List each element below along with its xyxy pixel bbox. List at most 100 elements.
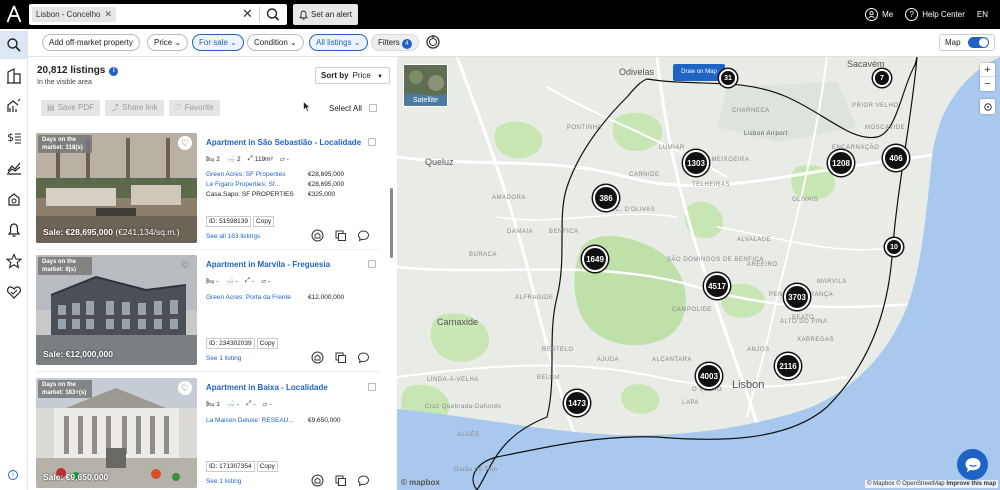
help-center-link[interactable]: ? Help Center [905, 8, 965, 21]
nav-saved-searches[interactable] [0, 185, 28, 213]
improve-map-link[interactable]: Improve this map [946, 481, 996, 487]
copy-icon[interactable] [334, 229, 347, 242]
listing-checkbox[interactable] [368, 138, 376, 146]
listing-title-link[interactable]: Apartment in Baixa - Localidade [206, 383, 328, 392]
heart-icon[interactable]: ♡ [178, 381, 192, 395]
source-link[interactable]: Green Acres: Porta da Frente [206, 294, 291, 301]
listing-photo[interactable]: Days on the market: 318(s) ♡ Sale: €28,6… [36, 133, 197, 243]
map-cluster[interactable]: 406 [883, 145, 909, 171]
source-link[interactable]: Le Figaro Properties: Sf... [206, 181, 280, 188]
chip-remove-icon[interactable]: ✕ [104, 7, 112, 22]
draw-on-map-button[interactable]: Draw on Map [673, 64, 725, 81]
listing-card[interactable]: Days on the market: 183+(s) ♡ Sale: €9,6… [36, 378, 381, 490]
condition-filter[interactable]: Condition ⌄ [247, 34, 304, 51]
bed-icon: 🛏 [206, 401, 215, 408]
see-all-listings-link[interactable]: See 1 listing [206, 478, 241, 485]
price-filter[interactable]: Price ⌄ [147, 34, 189, 51]
set-alert-button[interactable]: Set an alert [293, 4, 358, 25]
sort-by-dropdown[interactable]: Sort by Price ▼ [315, 67, 390, 84]
info-icon[interactable]: i [109, 67, 119, 76]
heart-icon[interactable]: ♡ [178, 258, 192, 272]
map-cluster[interactable]: 1473 [564, 390, 590, 416]
map-cluster[interactable]: 1303 [683, 150, 709, 176]
comment-icon[interactable] [357, 474, 370, 487]
reset-filters-icon[interactable] [425, 34, 441, 50]
mapbox-logo[interactable]: © mapbox [401, 478, 440, 487]
select-all-checkbox[interactable] [369, 104, 377, 112]
home-search-icon[interactable] [311, 351, 324, 364]
home-search-icon[interactable] [311, 474, 324, 487]
nav-buildings[interactable] [0, 62, 28, 90]
nav-partners[interactable] [0, 278, 28, 306]
copy-id-button[interactable]: Copy [256, 338, 278, 349]
search-icon[interactable] [264, 6, 282, 23]
zoom-out-button[interactable]: − [980, 77, 995, 91]
nav-prices[interactable]: $ [0, 123, 28, 151]
map-cluster[interactable]: 2116 [775, 353, 801, 379]
listing-checkbox[interactable] [368, 260, 376, 268]
satellite-toggle[interactable]: Satellite [403, 64, 448, 107]
filters-button[interactable]: Filters 4 [371, 34, 419, 51]
copy-icon[interactable] [334, 351, 347, 364]
locate-button[interactable] [980, 99, 995, 114]
map-toggle[interactable]: Map [939, 34, 995, 51]
copy-icon[interactable] [334, 474, 347, 487]
clear-search-icon[interactable]: ✕ [242, 6, 253, 22]
map-cluster[interactable]: 1649 [582, 246, 608, 272]
source-link[interactable]: La Maison Deluxe: RESEAU... [206, 417, 294, 424]
logo-icon[interactable] [6, 5, 22, 23]
home-search-icon[interactable] [311, 229, 324, 242]
list-scrollbar[interactable] [390, 188, 393, 258]
area-value: - [251, 277, 255, 285]
condition-label: Condition [254, 38, 288, 47]
map-cluster[interactable]: 386 [593, 185, 619, 211]
comment-icon[interactable] [357, 229, 370, 242]
save-pdf-button[interactable]: ▤ Save PDF [41, 100, 101, 116]
map-cluster[interactable]: 3703 [784, 284, 810, 310]
map-cluster[interactable]: 10 [885, 238, 903, 256]
favorite-button[interactable]: ♡ Favorite [168, 100, 220, 116]
see-all-listings-link[interactable]: See all 163 listings [206, 233, 260, 240]
nav-search[interactable] [0, 31, 28, 59]
attribution-text[interactable]: © Mapbox © OpenStreetMap [867, 481, 945, 487]
listing-photo[interactable]: Days on the market: 8(s) ♡ Sale: €12,000… [36, 255, 197, 365]
listing-card[interactable]: Days on the market: 318(s) ♡ Sale: €28,6… [36, 133, 381, 250]
source-price: €325,000 [308, 191, 336, 198]
map-cluster[interactable]: 4517 [704, 273, 730, 299]
map-cluster[interactable]: 31 [719, 69, 737, 87]
listing-card[interactable]: Days on the market: 8(s) ♡ Sale: €12,000… [36, 255, 381, 372]
map-toggle-switch[interactable] [968, 37, 989, 48]
heart-icon[interactable]: ♡ [178, 136, 192, 150]
copy-id-button[interactable]: Copy [256, 461, 278, 472]
all-listings-label: All listings [316, 38, 352, 47]
nav-alerts[interactable] [0, 216, 28, 244]
nav-valuation[interactable] [0, 92, 28, 120]
for-sale-filter[interactable]: For sale ⌄ [192, 34, 244, 51]
see-all-listings-link[interactable]: See 1 listing [206, 355, 241, 362]
source-link[interactable]: Green Acres: SF Properties [206, 171, 285, 178]
listing-checkbox[interactable] [368, 383, 376, 391]
map-cluster[interactable]: 1208 [828, 150, 854, 176]
nav-favorites[interactable] [0, 247, 28, 275]
me-menu[interactable]: Me [865, 8, 893, 21]
listing-title-link[interactable]: Apartment in São Sebastião - Localidade [206, 138, 361, 147]
nav-market-trends[interactable] [0, 154, 28, 182]
all-listings-filter[interactable]: All listings ⌄ [309, 34, 368, 51]
map-label: AMEIXOEIRA [707, 157, 750, 163]
star-icon [6, 253, 22, 269]
language-selector[interactable]: EN [977, 10, 988, 19]
chat-button[interactable] [957, 449, 988, 480]
map-view[interactable]: Odivelas Sacavém CHARNECA Lisbon Airport… [397, 57, 1000, 490]
info-icon[interactable]: i [8, 470, 18, 480]
listing-photo[interactable]: Days on the market: 183+(s) ♡ Sale: €9,6… [36, 378, 197, 488]
listing-title-link[interactable]: Apartment in Marvila - Freguesia [206, 260, 330, 269]
zoom-in-button[interactable]: + [980, 63, 995, 77]
add-off-market-button[interactable]: Add off-market property [42, 34, 140, 51]
map-cluster[interactable]: 4003 [696, 363, 722, 389]
copy-id-button[interactable]: Copy [253, 216, 275, 227]
price-per-sqm: (€241,134/sq.m.) [115, 227, 180, 237]
location-search-box[interactable]: Lisbon - Concelho ✕ ✕ [29, 4, 287, 25]
map-cluster[interactable]: 7 [873, 69, 891, 87]
comment-icon[interactable] [357, 351, 370, 364]
share-link-button[interactable]: ⤴ Share link [105, 100, 164, 116]
